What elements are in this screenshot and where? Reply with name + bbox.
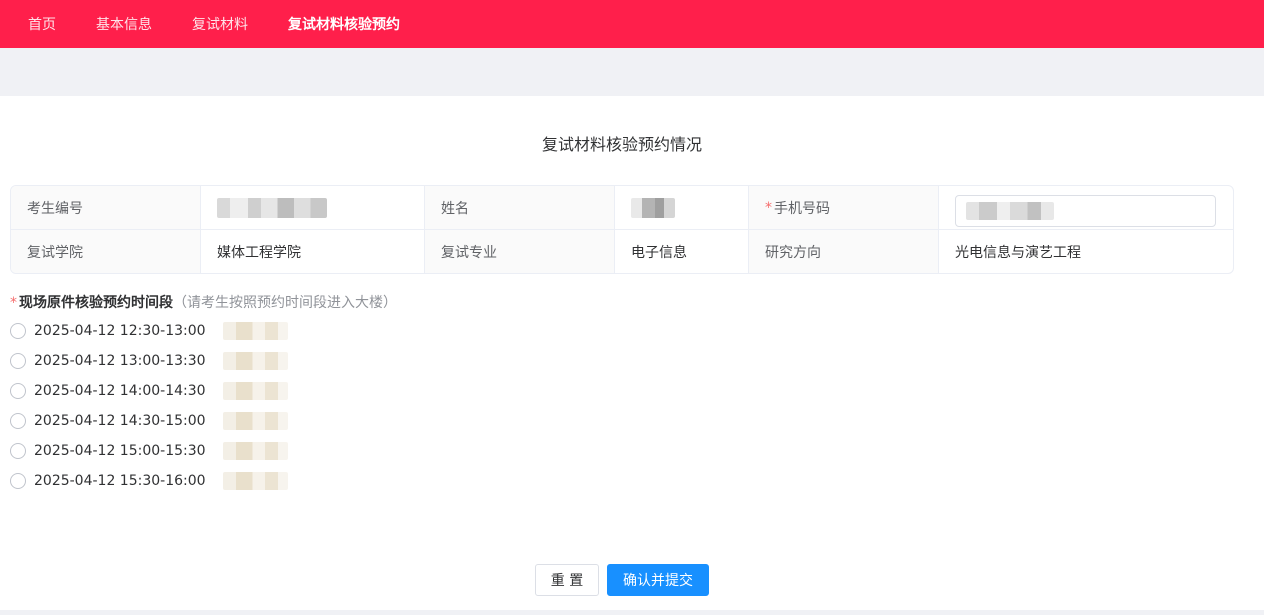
- major-value: 电子信息: [615, 230, 749, 273]
- radio-button[interactable]: [10, 413, 26, 429]
- time-slot-option[interactable]: 2025-04-12 15:30-16:00: [10, 470, 288, 492]
- time-slot-label: 2025-04-12 14:30-15:00: [34, 413, 206, 429]
- name-value: [615, 186, 749, 229]
- phone-label-cell: * 手机号码: [749, 186, 939, 229]
- slot-quota-redacted: [223, 322, 288, 340]
- college-label: 复试学院: [11, 230, 201, 273]
- student-info-table: 考生编号 姓名 * 手机号码 复试学院 媒体工程学院 复试专业 电子信息 研究方向…: [10, 185, 1234, 274]
- phone-label: 手机号码: [774, 200, 830, 217]
- nav-item-retest-materials[interactable]: 复试材料: [192, 14, 248, 34]
- direction-label: 研究方向: [749, 230, 939, 273]
- info-row: 考生编号 姓名 * 手机号码: [11, 186, 1233, 230]
- radio-button[interactable]: [10, 443, 26, 459]
- phone-input[interactable]: [955, 195, 1216, 227]
- appointment-hint: （请考生按照预约时间段进入大楼）: [173, 295, 397, 311]
- nav-item-basic-info[interactable]: 基本信息: [96, 14, 152, 34]
- radio-button[interactable]: [10, 473, 26, 489]
- college-value: 媒体工程学院: [201, 230, 425, 273]
- name-redacted: [631, 197, 675, 218]
- slot-quota-redacted: [223, 472, 288, 490]
- slot-quota-redacted: [223, 382, 288, 400]
- required-mark: *: [10, 295, 17, 311]
- time-slot-option[interactable]: 2025-04-12 12:30-13:00: [10, 320, 288, 342]
- slot-quota-redacted: [223, 412, 288, 430]
- required-mark: *: [765, 199, 772, 216]
- info-row: 复试学院 媒体工程学院 复试专业 电子信息 研究方向 光电信息与演艺工程: [11, 230, 1233, 273]
- phone-redacted: [966, 202, 1054, 220]
- exam-no-redacted: [217, 197, 327, 218]
- submit-button[interactable]: 确认并提交: [607, 564, 709, 596]
- time-slot-option[interactable]: 2025-04-12 13:00-13:30: [10, 350, 288, 372]
- time-slot-option[interactable]: 2025-04-12 14:30-15:00: [10, 410, 288, 432]
- phone-value-cell: [939, 186, 1233, 229]
- top-nav-bar: 首页 基本信息 复试材料 复试材料核验预约: [0, 0, 1264, 48]
- exam-no-label: 考生编号: [11, 186, 201, 229]
- radio-button[interactable]: [10, 323, 26, 339]
- time-slot-option[interactable]: 2025-04-12 14:00-14:30: [10, 380, 288, 402]
- appointment-section-label: * 现场原件核验预约时间段（请考生按照预约时间段进入大楼）: [10, 292, 397, 312]
- direction-value: 光电信息与演艺工程: [955, 244, 1081, 261]
- exam-no-value: [201, 186, 425, 229]
- major-label: 复试专业: [425, 230, 615, 273]
- reset-button[interactable]: 重 置: [535, 564, 599, 596]
- slot-quota-redacted: [223, 352, 288, 370]
- nav-item-home[interactable]: 首页: [28, 14, 56, 34]
- bottom-divider: [0, 610, 1264, 615]
- time-slot-option[interactable]: 2025-04-12 15:00-15:30: [10, 440, 288, 462]
- nav-item-verification-appointment[interactable]: 复试材料核验预约: [288, 14, 400, 34]
- radio-button[interactable]: [10, 383, 26, 399]
- time-slot-label: 2025-04-12 13:00-13:30: [34, 353, 206, 369]
- time-slot-label: 2025-04-12 14:00-14:30: [34, 383, 206, 399]
- page-title: 复试材料核验预约情况: [541, 135, 702, 154]
- name-label: 姓名: [425, 186, 615, 229]
- time-slot-label: 2025-04-12 15:30-16:00: [34, 473, 206, 489]
- time-slot-label: 2025-04-12 15:00-15:30: [34, 443, 206, 459]
- slot-quota-redacted: [223, 442, 288, 460]
- appointment-label: 现场原件核验预约时间段: [19, 295, 173, 311]
- radio-button[interactable]: [10, 353, 26, 369]
- time-slot-label: 2025-04-12 12:30-13:00: [34, 323, 206, 339]
- header-spacer: [0, 48, 1264, 96]
